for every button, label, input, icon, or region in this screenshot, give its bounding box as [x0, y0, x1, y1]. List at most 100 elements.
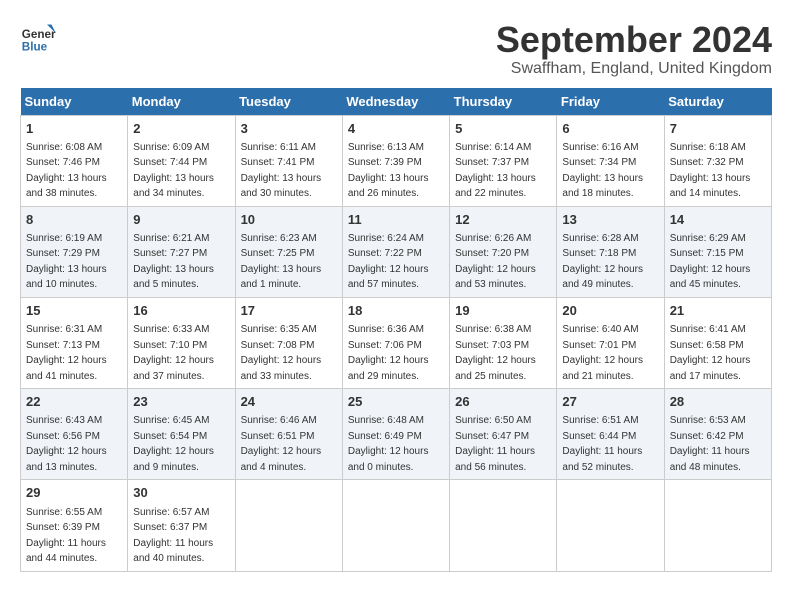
- calendar-cell: 28Sunrise: 6:53 AM Sunset: 6:42 PM Dayli…: [664, 389, 771, 480]
- day-info: Sunrise: 6:50 AM Sunset: 6:47 PM Dayligh…: [455, 415, 535, 473]
- calendar-cell: [342, 480, 449, 571]
- calendar-cell: 3Sunrise: 6:11 AM Sunset: 7:41 PM Daylig…: [235, 115, 342, 206]
- col-sunday: Sunday: [21, 88, 128, 116]
- calendar-cell: 2 Sunrise: 6:09 AM Sunset: 7:44 PM Daylig…: [128, 115, 235, 206]
- calendar-cell: 7 Sunrise: 6:18 AM Sunset: 7:32 PM Daylig…: [664, 115, 771, 206]
- day-number: 25: [348, 393, 444, 411]
- calendar-cell: [235, 480, 342, 571]
- day-info: Sunrise: 6:11 AM Sunset: 7:41 PM Dayligh…: [241, 142, 322, 200]
- day-number: 2: [133, 120, 229, 138]
- day-number: 5: [455, 120, 551, 138]
- col-thursday: Thursday: [450, 88, 557, 116]
- calendar-cell: 10Sunrise: 6:23 AM Sunset: 7:25 PM Dayli…: [235, 206, 342, 297]
- day-info: Sunrise: 6:29 AM Sunset: 7:15 PM Dayligh…: [670, 233, 751, 291]
- col-monday: Monday: [128, 88, 235, 116]
- calendar-cell: 22 Sunrise: 6:43 AM Sunset: 6:56 PM Dayli…: [21, 389, 128, 480]
- day-number: 23: [133, 393, 229, 411]
- calendar-cell: 25 Sunrise: 6:48 AM Sunset: 6:49 PM Dayli…: [342, 389, 449, 480]
- day-info: Sunrise: 6:55 AM Sunset: 6:39 PM Dayligh…: [26, 507, 106, 565]
- day-info: Sunrise: 6:21 AM Sunset: 7:27 PM Dayligh…: [133, 233, 214, 291]
- day-number: 8: [26, 211, 122, 229]
- day-info: Sunrise: 6:57 AM Sunset: 6:37 PM Dayligh…: [133, 507, 213, 565]
- calendar-cell: 13 Sunrise: 6:28 AM Sunset: 7:18 PM Dayli…: [557, 206, 664, 297]
- day-info: Sunrise: 6:18 AM Sunset: 7:32 PM Dayligh…: [670, 142, 751, 200]
- day-info: Sunrise: 6:08 AM Sunset: 7:46 PM Dayligh…: [26, 142, 107, 200]
- calendar-cell: 30 Sunrise: 6:57 AM Sunset: 6:37 PM Dayli…: [128, 480, 235, 571]
- day-number: 7: [670, 120, 766, 138]
- calendar-cell: 18Sunrise: 6:36 AM Sunset: 7:06 PM Dayli…: [342, 297, 449, 388]
- day-number: 6: [562, 120, 658, 138]
- calendar-cell: 19 Sunrise: 6:38 AM Sunset: 7:03 PM Dayli…: [450, 297, 557, 388]
- day-number: 21: [670, 302, 766, 320]
- day-info: Sunrise: 6:24 AM Sunset: 7:22 PM Dayligh…: [348, 233, 429, 291]
- day-number: 30: [133, 484, 229, 502]
- calendar-cell: [557, 480, 664, 571]
- calendar-table: Sunday Monday Tuesday Wednesday Thursday…: [20, 88, 772, 572]
- title-section: September 2024 Swaffham, England, United…: [496, 20, 772, 78]
- calendar-cell: 17Sunrise: 6:35 AM Sunset: 7:08 PM Dayli…: [235, 297, 342, 388]
- calendar-cell: 21 Sunrise: 6:41 AM Sunset: 6:58 PM Dayli…: [664, 297, 771, 388]
- day-info: Sunrise: 6:48 AM Sunset: 6:49 PM Dayligh…: [348, 415, 429, 473]
- calendar-cell: 4Sunrise: 6:13 AM Sunset: 7:39 PM Daylig…: [342, 115, 449, 206]
- calendar-cell: 26Sunrise: 6:50 AM Sunset: 6:47 PM Dayli…: [450, 389, 557, 480]
- logo-icon: General Blue: [20, 20, 56, 56]
- day-info: Sunrise: 6:43 AM Sunset: 6:56 PM Dayligh…: [26, 415, 107, 473]
- day-info: Sunrise: 6:26 AM Sunset: 7:20 PM Dayligh…: [455, 233, 536, 291]
- day-number: 17: [241, 302, 337, 320]
- calendar-cell: 9 Sunrise: 6:21 AM Sunset: 7:27 PM Daylig…: [128, 206, 235, 297]
- col-saturday: Saturday: [664, 88, 771, 116]
- calendar-cell: 8 Sunrise: 6:19 AM Sunset: 7:29 PM Daylig…: [21, 206, 128, 297]
- day-info: Sunrise: 6:16 AM Sunset: 7:34 PM Dayligh…: [562, 142, 643, 200]
- calendar-cell: 14 Sunrise: 6:29 AM Sunset: 7:15 PM Dayli…: [664, 206, 771, 297]
- day-number: 29: [26, 484, 122, 502]
- col-tuesday: Tuesday: [235, 88, 342, 116]
- day-number: 16: [133, 302, 229, 320]
- calendar-cell: 24Sunrise: 6:46 AM Sunset: 6:51 PM Dayli…: [235, 389, 342, 480]
- svg-text:General: General: [22, 28, 56, 41]
- page-header: General Blue September 2024 Swaffham, En…: [20, 20, 772, 78]
- day-number: 24: [241, 393, 337, 411]
- calendar-cell: [664, 480, 771, 571]
- day-info: Sunrise: 6:53 AM Sunset: 6:42 PM Dayligh…: [670, 415, 750, 473]
- day-number: 9: [133, 211, 229, 229]
- col-wednesday: Wednesday: [342, 88, 449, 116]
- calendar-week-row: 22 Sunrise: 6:43 AM Sunset: 6:56 PM Dayli…: [21, 389, 772, 480]
- calendar-cell: [450, 480, 557, 571]
- calendar-cell: 1Sunrise: 6:08 AM Sunset: 7:46 PM Daylig…: [21, 115, 128, 206]
- day-info: Sunrise: 6:31 AM Sunset: 7:13 PM Dayligh…: [26, 324, 107, 382]
- day-info: Sunrise: 6:14 AM Sunset: 7:37 PM Dayligh…: [455, 142, 536, 200]
- calendar-cell: 23 Sunrise: 6:45 AM Sunset: 6:54 PM Dayli…: [128, 389, 235, 480]
- day-info: Sunrise: 6:41 AM Sunset: 6:58 PM Dayligh…: [670, 324, 751, 382]
- day-info: Sunrise: 6:40 AM Sunset: 7:01 PM Dayligh…: [562, 324, 643, 382]
- day-number: 14: [670, 211, 766, 229]
- calendar-week-row: 1Sunrise: 6:08 AM Sunset: 7:46 PM Daylig…: [21, 115, 772, 206]
- day-info: Sunrise: 6:38 AM Sunset: 7:03 PM Dayligh…: [455, 324, 536, 382]
- calendar-week-row: 15 Sunrise: 6:31 AM Sunset: 7:13 PM Dayli…: [21, 297, 772, 388]
- day-number: 11: [348, 211, 444, 229]
- day-info: Sunrise: 6:19 AM Sunset: 7:29 PM Dayligh…: [26, 233, 107, 291]
- calendar-cell: 11 Sunrise: 6:24 AM Sunset: 7:22 PM Dayli…: [342, 206, 449, 297]
- location-subtitle: Swaffham, England, United Kingdom: [496, 60, 772, 78]
- day-number: 15: [26, 302, 122, 320]
- day-number: 27: [562, 393, 658, 411]
- month-title: September 2024: [496, 20, 772, 60]
- day-number: 19: [455, 302, 551, 320]
- calendar-cell: 27 Sunrise: 6:51 AM Sunset: 6:44 PM Dayli…: [557, 389, 664, 480]
- day-number: 13: [562, 211, 658, 229]
- calendar-cell: 5 Sunrise: 6:14 AM Sunset: 7:37 PM Daylig…: [450, 115, 557, 206]
- calendar-cell: 29 Sunrise: 6:55 AM Sunset: 6:39 PM Dayli…: [21, 480, 128, 571]
- col-friday: Friday: [557, 88, 664, 116]
- day-info: Sunrise: 6:09 AM Sunset: 7:44 PM Dayligh…: [133, 142, 214, 200]
- day-number: 22: [26, 393, 122, 411]
- day-info: Sunrise: 6:28 AM Sunset: 7:18 PM Dayligh…: [562, 233, 643, 291]
- logo: General Blue: [20, 20, 56, 56]
- calendar-cell: 16Sunrise: 6:33 AM Sunset: 7:10 PM Dayli…: [128, 297, 235, 388]
- day-info: Sunrise: 6:45 AM Sunset: 6:54 PM Dayligh…: [133, 415, 214, 473]
- day-info: Sunrise: 6:36 AM Sunset: 7:06 PM Dayligh…: [348, 324, 429, 382]
- calendar-header-row: Sunday Monday Tuesday Wednesday Thursday…: [21, 88, 772, 116]
- calendar-cell: 20 Sunrise: 6:40 AM Sunset: 7:01 PM Dayli…: [557, 297, 664, 388]
- day-number: 12: [455, 211, 551, 229]
- day-info: Sunrise: 6:51 AM Sunset: 6:44 PM Dayligh…: [562, 415, 642, 473]
- calendar-week-row: 29 Sunrise: 6:55 AM Sunset: 6:39 PM Dayli…: [21, 480, 772, 571]
- day-number: 20: [562, 302, 658, 320]
